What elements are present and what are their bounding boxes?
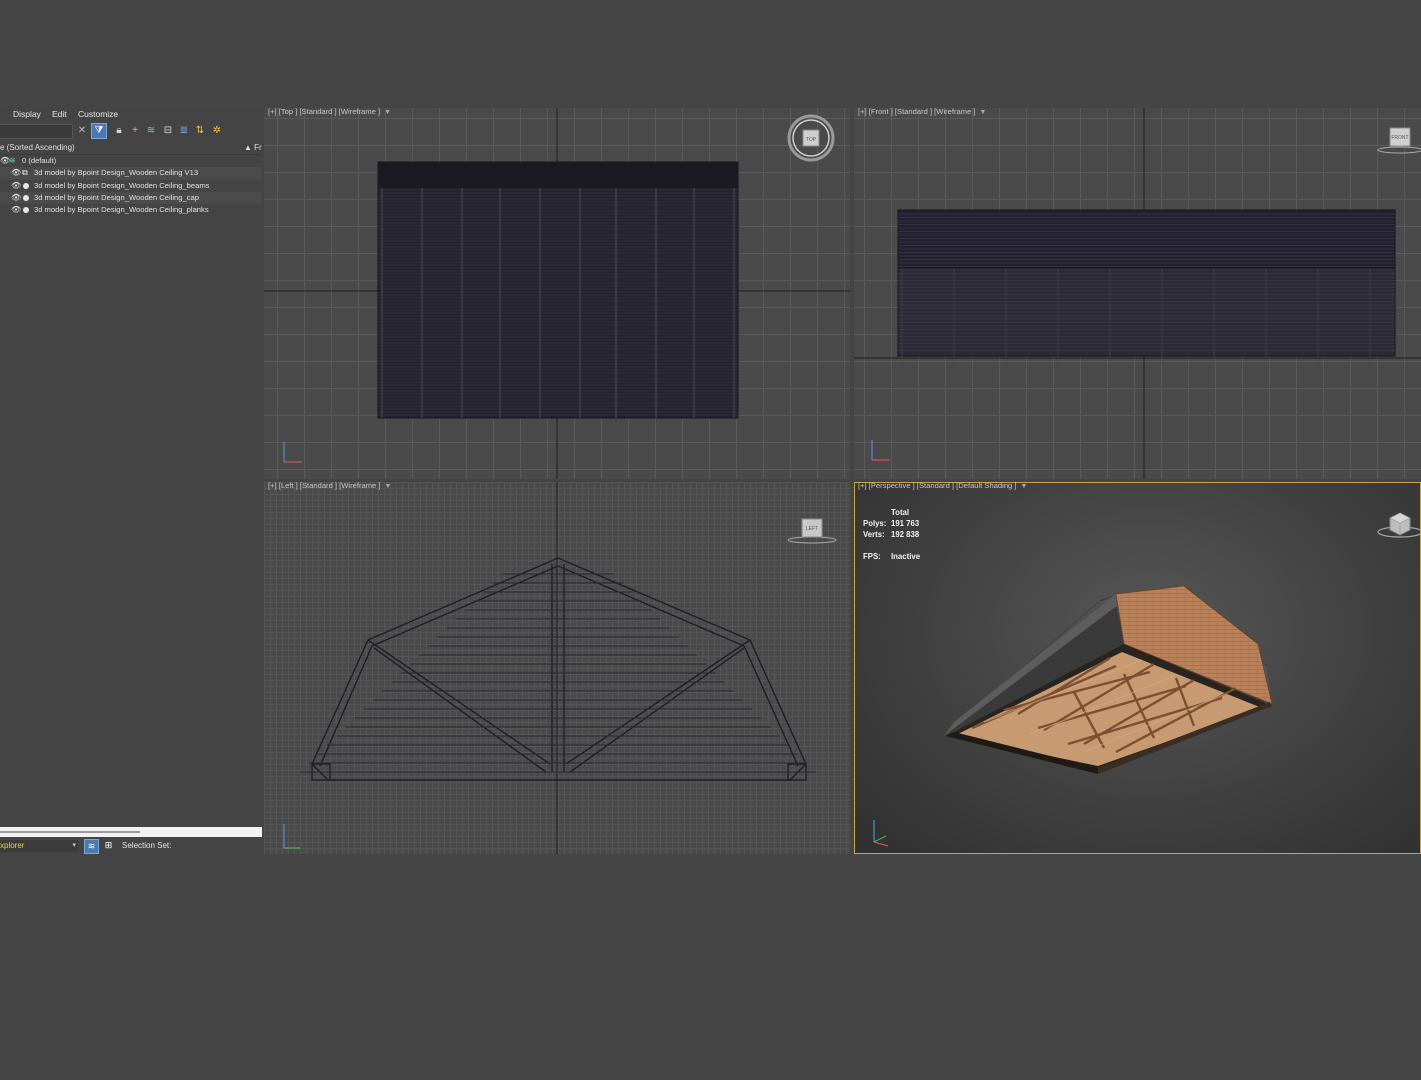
stack-icon[interactable]: ≣ bbox=[178, 125, 190, 137]
explorer-name: xplorer bbox=[0, 841, 25, 850]
add-icon[interactable]: + bbox=[129, 125, 141, 137]
tree-item[interactable]: 👁︎ 3d model by Bpoint Design_Wooden Ceil… bbox=[0, 180, 262, 192]
wooden-ceiling-model bbox=[944, 585, 1273, 774]
layer-label: 0 (default) bbox=[22, 156, 57, 165]
hierarchy-icon[interactable]: ⊟ bbox=[162, 125, 174, 137]
layer-icon: ≋ bbox=[9, 156, 16, 165]
tree-item[interactable]: 👁︎ 3d model by Bpoint Design_Wooden Ceil… bbox=[0, 191, 262, 205]
fps-label: FPS: bbox=[863, 552, 881, 561]
viewport-label-text: [+] [Top ] [Standard ] [Wireframe ] bbox=[268, 108, 381, 116]
roof-truss-wireframe bbox=[311, 557, 807, 781]
axis-gizmo-icon bbox=[873, 820, 889, 847]
filter-icon[interactable]: ▼ bbox=[384, 109, 391, 116]
viewcube-label: TOP bbox=[806, 137, 817, 143]
menu-edit[interactable]: Edit bbox=[52, 109, 67, 119]
selection-set-label: Selection Set: bbox=[122, 841, 172, 850]
group-icon: ⧉ bbox=[22, 168, 28, 178]
sort-by-layer-icon[interactable]: ≋ bbox=[84, 839, 99, 854]
viewport-label-top[interactable]: [+] [Top ] [Standard ] [Wireframe ] ▼ bbox=[268, 108, 391, 116]
eye-icon[interactable]: 👁︎ bbox=[11, 167, 21, 179]
stats-header: Total bbox=[891, 508, 910, 517]
perspective-view-drawing bbox=[944, 585, 1273, 774]
scrollbar-thumb[interactable] bbox=[0, 831, 140, 833]
column-header-freeze: ▲ Fr bbox=[244, 143, 262, 152]
layer-row[interactable]: 👁︎ ≋ 0 (default) bbox=[0, 155, 262, 167]
explorer-toolbar: ✕ ⧩ 🔒︎ + ≋ ⊟ ≣ ⇅ ✲ bbox=[0, 123, 262, 140]
lock-icon[interactable]: 🔒︎ bbox=[113, 125, 125, 137]
axis-gizmo-icon bbox=[283, 442, 302, 463]
eye-icon[interactable]: 👁︎ bbox=[11, 204, 21, 216]
front-view-drawing bbox=[854, 108, 1421, 479]
object-icon bbox=[23, 194, 29, 201]
polys-label: Polys: bbox=[863, 519, 887, 528]
settings-icon[interactable]: ✲ bbox=[211, 125, 223, 137]
viewcube-label: LEFT bbox=[806, 526, 818, 532]
tree-item-label: 3d model by Bpoint Design_Wooden Ceiling… bbox=[34, 180, 210, 190]
viewport-label-text: [+] [Front ] [Standard ] [Wireframe ] bbox=[858, 108, 976, 116]
viewport-label-text: [+] [Left ] [Standard ] [Wireframe ] bbox=[268, 482, 381, 490]
filter-icon[interactable]: ▼ bbox=[384, 483, 391, 490]
eye-icon[interactable]: 👁︎ bbox=[11, 192, 21, 204]
viewport-left[interactable]: [+] [Left ] [Standard ] [Wireframe ] ▼ LE… bbox=[264, 482, 850, 854]
axis-gizmo-icon bbox=[283, 824, 300, 849]
fps-value: Inactive bbox=[891, 552, 921, 561]
menu-display[interactable]: Display bbox=[13, 109, 41, 119]
filter-icon[interactable]: ⧩ bbox=[91, 123, 107, 139]
viewport-label-text: [+] [Perspective ] [Standard ] [Default … bbox=[858, 482, 1017, 490]
viewport-perspective[interactable]: [+] [Perspective ] [Standard ] [Default … bbox=[854, 482, 1421, 854]
viewport-label-perspective[interactable]: [+] [Perspective ] [Standard ] [Default … bbox=[858, 482, 1027, 490]
object-icon bbox=[23, 207, 29, 214]
layers-icon[interactable]: ≋ bbox=[145, 125, 157, 137]
chevron-down-icon: ▾ bbox=[72, 842, 76, 849]
left-view-drawing bbox=[299, 482, 817, 854]
sort-by-hierarchy-icon[interactable]: ⊞ bbox=[102, 839, 115, 852]
polys-value: 191 763 bbox=[891, 519, 920, 528]
horizontal-scrollbar[interactable] bbox=[0, 827, 262, 837]
column-header[interactable]: e (Sorted Ascending) ▲ Fr bbox=[0, 141, 262, 155]
axis-gizmo-icon bbox=[871, 440, 890, 461]
filter-icon[interactable]: ▼ bbox=[1021, 483, 1028, 490]
explorer-footer: xplorer ▾ ≋ ⊞ Selection Set: bbox=[0, 839, 262, 854]
explorer-select[interactable]: xplorer ▾ bbox=[0, 840, 78, 852]
tree-item-label: 3d model by Bpoint Design_Wooden Ceiling… bbox=[34, 205, 209, 215]
viewport-front[interactable]: [+] [Front ] [Standard ] [Wireframe ] ▼ F… bbox=[854, 108, 1421, 479]
clear-search-icon[interactable]: ✕ bbox=[76, 125, 88, 137]
viewport-top[interactable]: [+] [Top ] [Standard ] [Wireframe ] ▼ TOP bbox=[264, 108, 850, 479]
tree-item[interactable]: 👁︎ 3d model by Bpoint Design_Wooden Ceil… bbox=[0, 204, 262, 216]
verts-value: 192 838 bbox=[891, 530, 920, 539]
viewcube-front[interactable]: FRONT bbox=[1374, 122, 1421, 162]
top-view-drawing bbox=[264, 108, 850, 479]
viewcube-left[interactable]: LEFT bbox=[784, 509, 844, 549]
scene-explorer-panel: Display Edit Customize ✕ ⧩ 🔒︎ + ≋ ⊟ ≣ ⇅ … bbox=[0, 108, 262, 854]
filter-icon[interactable]: ▼ bbox=[980, 109, 987, 116]
scene-tree: 👁︎ ≋ 0 (default) 👁︎ ⧉ 3d model by Bpoint… bbox=[0, 155, 262, 216]
viewcube-top[interactable]: TOP bbox=[785, 111, 845, 171]
viewport-label-left[interactable]: [+] [Left ] [Standard ] [Wireframe ] ▼ bbox=[268, 482, 391, 490]
menu-customize[interactable]: Customize bbox=[78, 109, 118, 119]
column-header-name: e (Sorted Ascending) bbox=[0, 143, 75, 152]
viewcube-perspective[interactable] bbox=[1372, 502, 1421, 542]
object-icon bbox=[23, 182, 29, 189]
menubar: Display Edit Customize bbox=[0, 108, 262, 122]
viewcube-label: FRONT bbox=[1391, 135, 1408, 141]
verts-label: Verts: bbox=[863, 530, 885, 539]
tree-item-label: 3d model by Bpoint Design_Wooden Ceiling… bbox=[34, 192, 199, 202]
viewport-label-front[interactable]: [+] [Front ] [Standard ] [Wireframe ] ▼ bbox=[858, 108, 986, 116]
tree-item[interactable]: 👁︎ ⧉ 3d model by Bpoint Design_Wooden Ce… bbox=[0, 167, 262, 180]
eye-icon[interactable]: 👁︎ bbox=[11, 180, 21, 192]
app-window: Display Edit Customize ✕ ⧩ 🔒︎ + ≋ ⊟ ≣ ⇅ … bbox=[0, 108, 1421, 854]
search-input[interactable] bbox=[0, 124, 73, 139]
top-ceiling-mesh bbox=[377, 161, 739, 419]
tree-item-label: 3d model by Bpoint Design_Wooden Ceiling… bbox=[34, 168, 199, 178]
sort-icon[interactable]: ⇅ bbox=[194, 125, 206, 137]
